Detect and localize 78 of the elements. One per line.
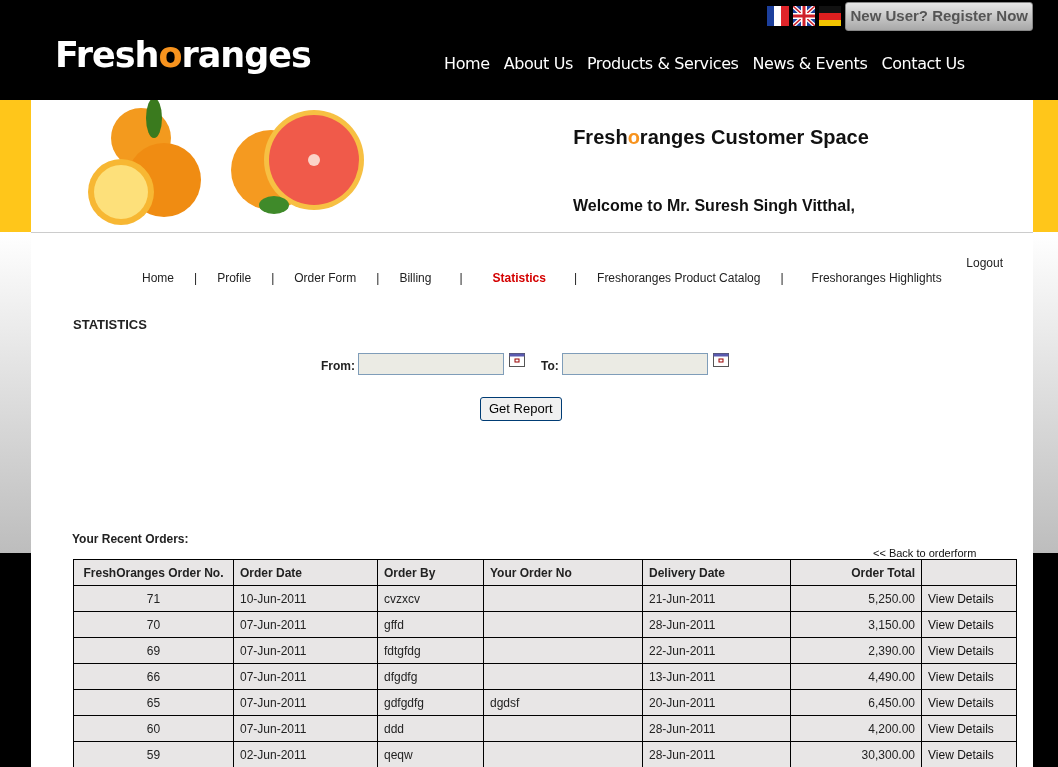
subnav-link[interactable]: Statistics xyxy=(492,269,546,287)
flag-icon[interactable] xyxy=(819,6,842,27)
register-button[interactable]: New User? Register Now xyxy=(845,2,1033,31)
nav-link[interactable]: Products & Services xyxy=(586,52,739,76)
table-cell: 69 xyxy=(146,643,161,658)
table-cell: 07-Jun-2011 xyxy=(240,669,307,684)
table-cell: gffd xyxy=(384,617,404,632)
separator: | xyxy=(459,270,463,287)
table-cell: dgdsf xyxy=(490,695,520,710)
table-cell: 59 xyxy=(146,747,161,762)
table-cell: 66 xyxy=(146,669,161,684)
column-header: Order Date xyxy=(240,565,303,580)
column-header: Delivery Date xyxy=(649,565,726,580)
table-cell: ddd xyxy=(384,721,405,736)
table-cell: fdtgfdg xyxy=(384,643,421,658)
table-cell: 28-Jun-2011 xyxy=(649,747,716,762)
table-cell: 65 xyxy=(146,695,161,710)
table-cell: 70 xyxy=(146,617,161,632)
subnav-link[interactable]: Freshoranges Highlights xyxy=(811,269,942,287)
get-report-button[interactable]: Get Report xyxy=(480,397,562,421)
table-cell: dfgdfg xyxy=(384,669,418,684)
section-heading: STATISTICS xyxy=(73,316,147,334)
table-cell: 20-Jun-2011 xyxy=(649,695,716,710)
date-field[interactable] xyxy=(561,353,708,375)
table-cell: 4,200.00 xyxy=(868,721,915,736)
logo[interactable]: Freshoranges xyxy=(55,38,311,73)
flag-icon[interactable] xyxy=(767,6,790,27)
table-cell: qeqw xyxy=(384,747,413,762)
table-cell: 07-Jun-2011 xyxy=(240,617,307,632)
table-cell: 10-Jun-2011 xyxy=(240,591,307,606)
subnav-link[interactable]: Order Form xyxy=(294,269,357,287)
welcome-text: Welcome to Mr. Suresh Singh Vitthal, xyxy=(572,196,856,216)
table-cell: 3,150.00 xyxy=(868,617,915,632)
column-header: Order Total xyxy=(851,565,915,580)
separator: | xyxy=(194,270,198,287)
back-link[interactable]: << Back to orderform xyxy=(873,545,977,562)
column-header: FreshOranges Order No. xyxy=(83,565,224,580)
table-cell: 30,300.00 xyxy=(861,747,915,762)
table-cell: 60 xyxy=(146,721,161,736)
subnav-link[interactable]: Profile xyxy=(217,269,252,287)
table-cell: 5,250.00 xyxy=(868,591,915,606)
table-cell: 07-Jun-2011 xyxy=(240,643,307,658)
flag-icon[interactable] xyxy=(793,6,816,27)
calendar-icon[interactable] xyxy=(509,353,525,367)
table-cell: 02-Jun-2011 xyxy=(240,747,307,762)
table-cell: 4,490.00 xyxy=(868,669,915,684)
separator: | xyxy=(780,270,784,287)
nav-link[interactable]: About Us xyxy=(503,52,573,76)
page-title: Freshoranges Customer Space xyxy=(573,125,869,150)
table-cell: 13-Jun-2011 xyxy=(649,669,716,684)
subnav-link[interactable]: Billing xyxy=(399,269,432,287)
table-cell: 07-Jun-2011 xyxy=(240,721,307,736)
nav-link[interactable]: News & Events xyxy=(752,52,868,76)
subnav-link[interactable]: Home xyxy=(142,269,174,287)
column-header: Your Order No xyxy=(490,565,572,580)
separator: | xyxy=(271,270,275,287)
nav-link[interactable]: Home xyxy=(444,52,490,76)
column-header: Order By xyxy=(384,565,436,580)
section-heading: Your Recent Orders: xyxy=(72,531,189,548)
table-cell: 21-Jun-2011 xyxy=(649,591,716,606)
logout-link[interactable]: Logout xyxy=(966,254,1003,272)
table-cell: 71 xyxy=(146,591,161,606)
table-cell: gdfgdfg xyxy=(384,695,425,710)
table-cell: 2,390.00 xyxy=(868,643,915,658)
table-cell: cvzxcv xyxy=(384,591,420,606)
separator: | xyxy=(376,270,380,287)
nav-link[interactable]: Contact Us xyxy=(881,52,965,76)
table-cell: 28-Jun-2011 xyxy=(649,617,716,632)
subnav-link[interactable]: Freshoranges Product Catalog xyxy=(597,269,761,287)
date-field[interactable] xyxy=(358,353,504,375)
from-label: From: xyxy=(321,358,355,375)
calendar-icon[interactable] xyxy=(712,353,729,367)
table-cell: 07-Jun-2011 xyxy=(240,695,307,710)
to-label: To: xyxy=(541,358,559,375)
table-cell: 6,450.00 xyxy=(868,695,915,710)
table-cell: 28-Jun-2011 xyxy=(649,721,716,736)
separator: | xyxy=(573,270,578,287)
table-cell: 22-Jun-2011 xyxy=(649,643,716,658)
